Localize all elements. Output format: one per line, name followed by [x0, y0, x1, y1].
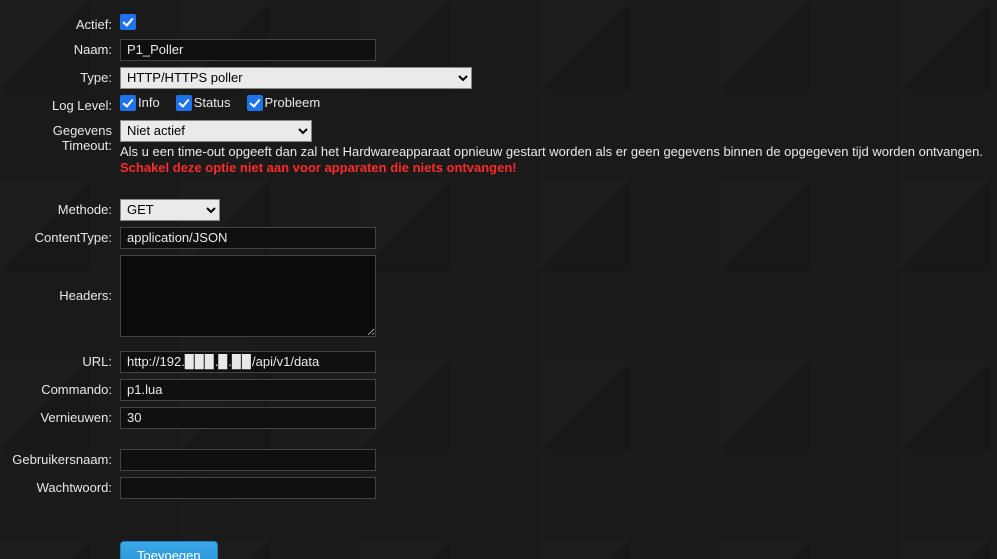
wachtwoord-input[interactable]	[120, 477, 376, 499]
commando-input[interactable]	[120, 379, 376, 401]
label-commando: Commando:	[0, 379, 120, 398]
label-naam: Naam:	[0, 39, 120, 58]
naam-input[interactable]	[120, 39, 376, 61]
label-actief: Actief:	[0, 14, 120, 33]
label-headers: Headers:	[0, 255, 120, 304]
label-type: Type:	[0, 67, 120, 86]
loglevel-info-label: Info	[138, 95, 160, 110]
label-gebruikersnaam: Gebruikersnaam:	[0, 449, 120, 468]
loglevel-probleem-checkbox[interactable]	[247, 95, 263, 111]
timeout-select[interactable]: Niet actief	[120, 120, 312, 142]
hardware-form: Actief: Naam: Type: HTTP/HTTPS poller Lo…	[0, 0, 997, 559]
loglevel-status-label: Status	[194, 95, 231, 110]
label-vernieuwen: Vernieuwen:	[0, 407, 120, 426]
type-select[interactable]: HTTP/HTTPS poller	[120, 67, 472, 89]
loglevel-probleem-label: Probleem	[265, 95, 321, 110]
headers-textarea[interactable]	[120, 255, 376, 337]
timeout-hint: Als u een time-out opgeeft dan zal het H…	[120, 144, 983, 159]
loglevel-info-checkbox[interactable]	[120, 95, 136, 111]
loglevel-status-checkbox[interactable]	[176, 95, 192, 111]
label-wachtwoord: Wachtwoord:	[0, 477, 120, 496]
methode-select[interactable]: GET	[120, 199, 220, 221]
label-url: URL:	[0, 351, 120, 370]
label-contenttype: ContentType:	[0, 227, 120, 246]
gebruikersnaam-input[interactable]	[120, 449, 376, 471]
url-input[interactable]	[120, 351, 376, 373]
timeout-warning: Schakel deze optie niet aan voor apparat…	[120, 160, 517, 175]
label-methode: Methode:	[0, 199, 120, 218]
actief-checkbox[interactable]	[120, 14, 136, 30]
label-timeout: Gegevens Timeout:	[0, 120, 120, 154]
label-loglevel: Log Level:	[0, 95, 120, 114]
vernieuwen-input[interactable]	[120, 407, 376, 429]
toevoegen-button[interactable]: Toevoegen	[120, 541, 218, 559]
contenttype-input[interactable]	[120, 227, 376, 249]
